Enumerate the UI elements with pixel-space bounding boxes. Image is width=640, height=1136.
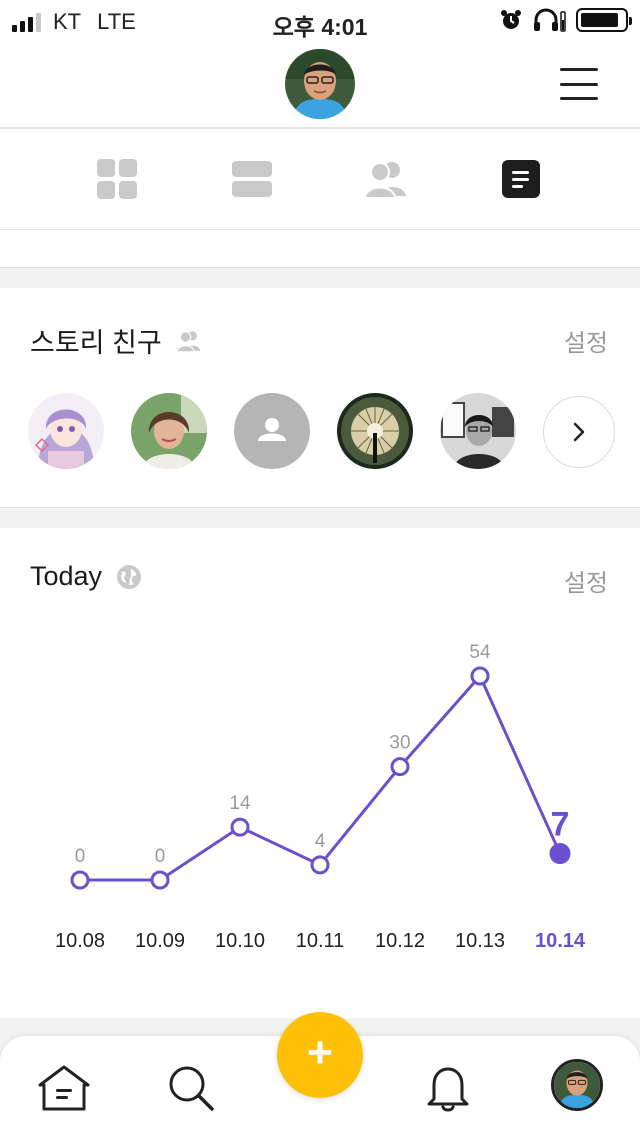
home-icon xyxy=(38,1065,90,1111)
tab-friends[interactable] xyxy=(364,157,408,201)
profile-avatar[interactable] xyxy=(285,49,355,119)
menu-line xyxy=(560,97,598,100)
add-post-button[interactable]: + xyxy=(277,1012,363,1098)
chart-data-label: 0 xyxy=(155,846,166,867)
friend-avatar-3[interactable] xyxy=(234,393,310,469)
list-icon xyxy=(232,161,272,197)
story-friends-header: 스토리 친구 xyxy=(30,321,202,360)
friends-icon xyxy=(176,330,201,352)
story-friends-setting-link[interactable]: 설정 xyxy=(564,323,608,358)
chart-data-label: 14 xyxy=(229,793,251,814)
tab-grid[interactable] xyxy=(95,157,139,201)
search-icon xyxy=(169,1066,214,1111)
menu-line xyxy=(560,82,598,86)
nav-search[interactable] xyxy=(161,1058,221,1118)
menu-button[interactable] xyxy=(560,66,598,102)
chart-x-tick-label: 10.09 xyxy=(135,930,185,952)
chart-x-tick-label: 10.10 xyxy=(215,930,265,952)
chart-point[interactable] xyxy=(549,843,571,865)
friends-next-button[interactable] xyxy=(543,396,615,468)
view-tabs xyxy=(0,129,640,230)
menu-line xyxy=(560,68,598,71)
chart-point[interactable] xyxy=(70,870,90,890)
friend-avatar-1[interactable] xyxy=(28,393,104,469)
battery-icon xyxy=(576,8,632,32)
chart-data-label: 30 xyxy=(389,733,410,754)
chart-data-label: 0 xyxy=(75,846,86,867)
today-card: Today 설정 0 10.08 0 10.09 14 10.10 4 10.11 30 10.1… xyxy=(0,528,640,1018)
story-friends-card: 스토리 친구 설정 xyxy=(0,288,640,508)
headphones-icon xyxy=(534,8,566,32)
chart-point[interactable] xyxy=(390,757,410,777)
status-bar: KT LTE 오후 4:01 xyxy=(0,0,640,42)
chart-x-tick-label: 10.14 xyxy=(535,930,586,952)
alarm-icon xyxy=(501,10,521,29)
chart-x-tick-label: 10.08 xyxy=(55,930,105,952)
tab-list[interactable] xyxy=(230,157,274,201)
default-user-icon xyxy=(258,418,286,441)
friend-avatar-5[interactable] xyxy=(440,393,516,469)
grid-icon xyxy=(97,159,137,199)
nav-notifications[interactable] xyxy=(418,1058,478,1118)
top-header xyxy=(0,42,640,129)
status-right xyxy=(500,8,632,32)
nav-home[interactable] xyxy=(34,1058,94,1118)
today-chart: 0 10.08 0 10.09 14 10.10 4 10.11 30 10.12 54 10.13 7… xyxy=(55,642,586,952)
chart-point[interactable] xyxy=(470,666,490,686)
friends-row xyxy=(28,393,615,469)
chart-x-tick-label: 10.12 xyxy=(375,930,425,952)
chart-point[interactable] xyxy=(150,870,170,890)
empty-section xyxy=(0,230,640,268)
people-icon xyxy=(364,162,406,199)
chart-data-label: 7 xyxy=(551,806,570,844)
chart-x-tick-label: 10.13 xyxy=(455,930,505,952)
add-icon: + xyxy=(307,1028,333,1077)
chevron-right-icon xyxy=(573,422,585,442)
document-icon xyxy=(502,160,540,198)
bell-icon xyxy=(427,1067,469,1112)
chart-point[interactable] xyxy=(310,855,330,875)
chart-data-label: 54 xyxy=(469,642,491,663)
friend-avatar-2[interactable] xyxy=(131,393,207,469)
chart-x-tick-label: 10.11 xyxy=(296,930,345,952)
chart-data-label: 4 xyxy=(315,831,326,852)
nav-profile-avatar[interactable] xyxy=(551,1059,603,1111)
tab-stats[interactable] xyxy=(499,157,543,201)
story-friends-title: 스토리 친구 xyxy=(30,328,162,358)
chart-point[interactable] xyxy=(230,817,250,837)
friend-avatar-4[interactable] xyxy=(337,393,413,469)
